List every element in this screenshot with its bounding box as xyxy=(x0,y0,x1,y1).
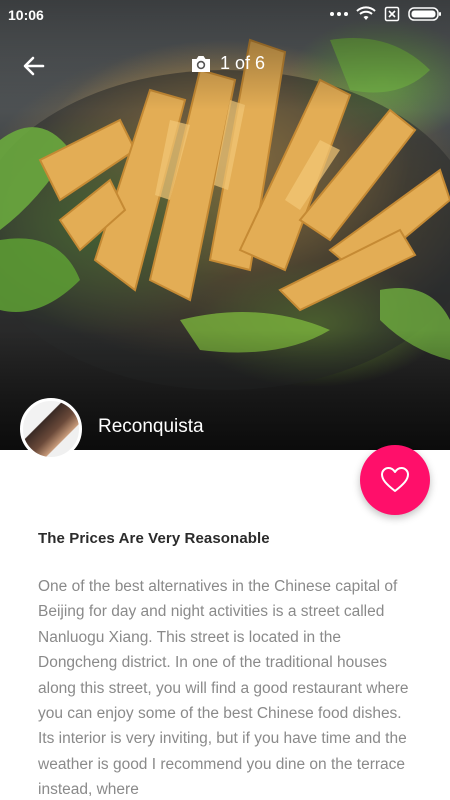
wifi-icon xyxy=(356,6,376,20)
more-dots-icon xyxy=(330,12,348,16)
author-name[interactable]: Reconquista xyxy=(98,416,204,438)
battery-icon xyxy=(408,7,441,21)
article-body: One of the best alternatives in the Chin… xyxy=(38,578,409,799)
arrow-left-icon xyxy=(23,56,45,76)
camera-icon xyxy=(192,55,210,72)
heart-icon xyxy=(381,467,409,492)
avatar[interactable] xyxy=(20,398,82,460)
status-bar: 10:06 xyxy=(0,0,450,30)
photo-counter-label: 1 of 6 xyxy=(220,53,266,73)
author-info[interactable]: Reconquista xyxy=(20,398,204,460)
favorite-button[interactable] xyxy=(360,445,430,515)
status-time: 10:06 xyxy=(8,7,44,23)
article-content: The Prices Are Very Reasonable One of th… xyxy=(38,530,418,800)
status-icons xyxy=(330,6,442,22)
no-sim-icon xyxy=(384,6,400,22)
back-button[interactable] xyxy=(16,48,52,84)
article-title: The Prices Are Very Reasonable xyxy=(38,530,270,547)
photo-counter[interactable]: 1 of 6 xyxy=(190,53,265,74)
photo-toolbar: 1 of 6 xyxy=(0,44,450,88)
